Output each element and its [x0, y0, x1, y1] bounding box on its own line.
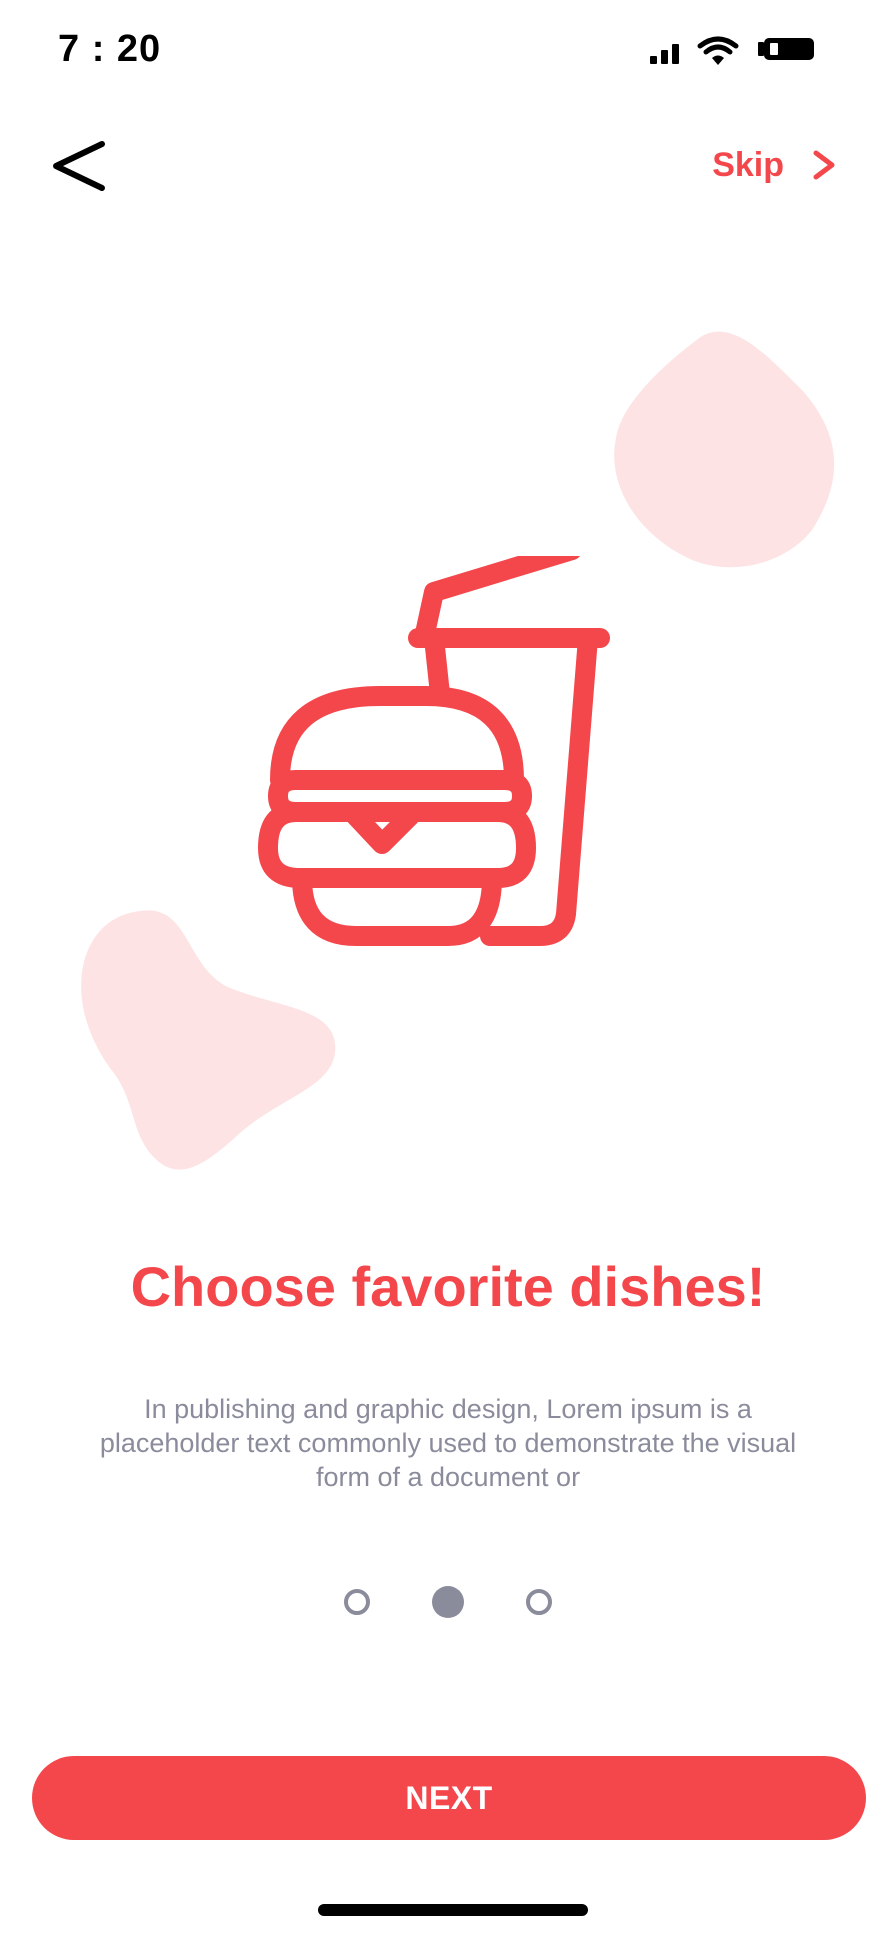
page-indicator [0, 1582, 896, 1622]
page-dot-active[interactable] [432, 1586, 464, 1618]
skip-label: Skip [712, 145, 784, 184]
skip-button[interactable]: Skip [712, 140, 836, 190]
chevron-right-icon [813, 150, 835, 180]
battery-icon [758, 38, 814, 60]
chevron-left-icon [53, 141, 105, 191]
page-dot[interactable] [344, 1589, 370, 1615]
page-dot[interactable] [526, 1589, 552, 1615]
signal-icon [650, 44, 679, 64]
next-button-label: NEXT [405, 1779, 493, 1816]
onboarding-title: Choose favorite dishes! [130, 1255, 766, 1318]
burger-drink-icon [258, 556, 610, 946]
status-time: 7 : 20 [58, 28, 162, 70]
home-indicator [318, 1904, 588, 1916]
wifi-icon [697, 36, 739, 65]
next-button[interactable]: NEXT [32, 1756, 866, 1840]
decorative-blob-top [614, 331, 835, 568]
status-icons [636, 34, 836, 70]
onboarding-description: In publishing and graphic design, Lorem … [99, 1394, 797, 1492]
back-button[interactable] [50, 136, 114, 196]
